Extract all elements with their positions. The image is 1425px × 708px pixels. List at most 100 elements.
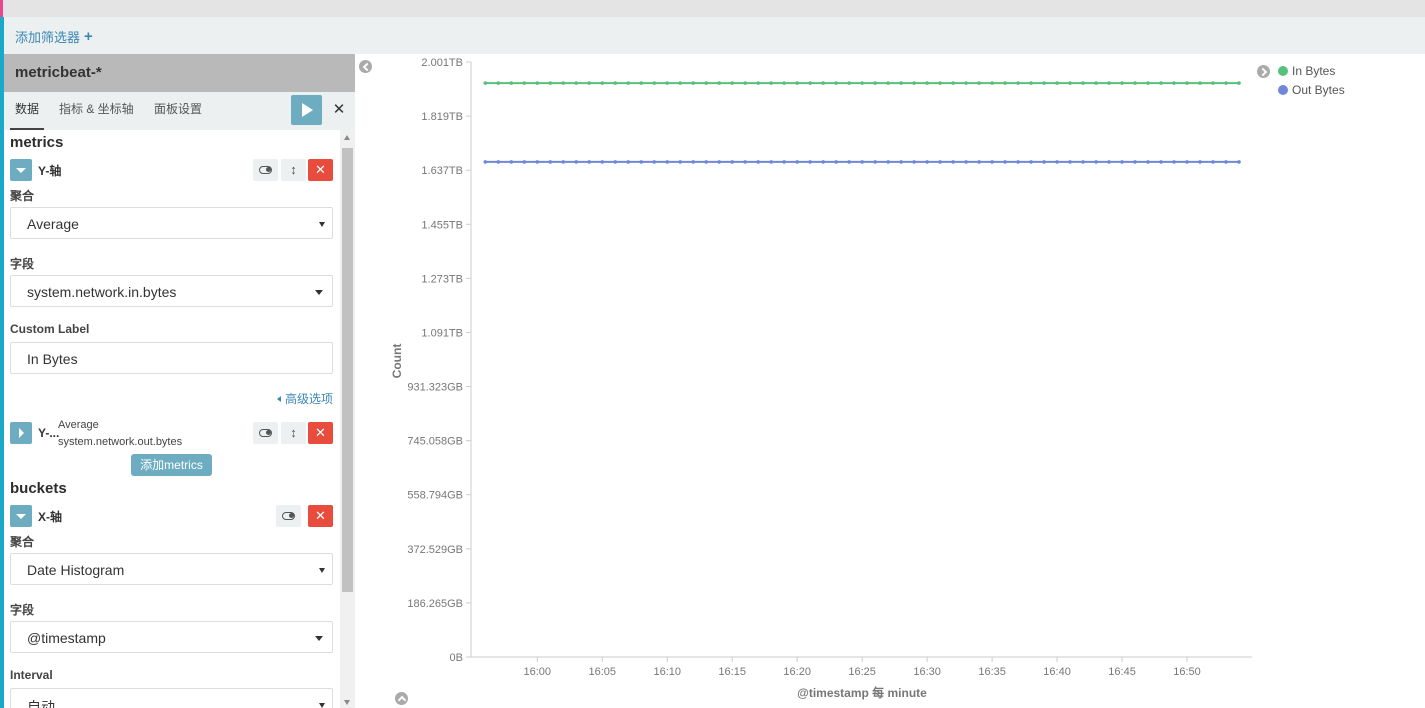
x-tick-label: 16:35 bbox=[978, 666, 1006, 678]
y-tick-label: 1.819TB bbox=[421, 111, 463, 123]
data-point bbox=[951, 81, 955, 85]
add-filter-button[interactable]: 添加筛选器 + bbox=[15, 27, 93, 46]
data-point bbox=[1081, 160, 1085, 164]
filter-bar: 添加筛选器 + bbox=[4, 17, 1425, 54]
data-point bbox=[665, 160, 670, 164]
legend-item[interactable]: In Bytes bbox=[1278, 61, 1345, 80]
y-tick-label: 0B bbox=[450, 652, 463, 664]
toggle-x-axis-button[interactable] bbox=[276, 505, 301, 527]
data-point bbox=[1159, 81, 1163, 85]
y-tick-label: 558.794GB bbox=[407, 490, 463, 502]
data-point bbox=[639, 81, 644, 85]
x-field-select[interactable]: @timestamp bbox=[10, 621, 333, 653]
y-tick-label: 1.091TB bbox=[421, 327, 463, 339]
editor-scrollbar[interactable] bbox=[340, 130, 355, 708]
scrollbar-thumb[interactable] bbox=[342, 148, 353, 592]
close-icon: ✕ bbox=[315, 162, 326, 177]
x-tick-label: 16:25 bbox=[848, 666, 876, 678]
apply-changes-button[interactable] bbox=[291, 95, 322, 125]
data-point bbox=[1120, 81, 1124, 85]
x-tick-label: 16:30 bbox=[913, 666, 941, 678]
x-aggregation-select[interactable]: Date Histogram bbox=[10, 553, 333, 585]
remove-y-axis-1-button[interactable]: ✕ bbox=[308, 159, 333, 181]
collapse-y-axis-1-button[interactable] bbox=[10, 159, 32, 181]
legend-dot-icon bbox=[1278, 65, 1288, 76]
collapse-sidebar-button[interactable] bbox=[359, 60, 372, 73]
data-point bbox=[1224, 160, 1228, 164]
data-point bbox=[1198, 81, 1202, 85]
tab-panel-settings[interactable]: 面板设置 bbox=[149, 92, 207, 130]
chevron-down-icon bbox=[319, 222, 325, 227]
data-point bbox=[1016, 81, 1020, 85]
data-point bbox=[535, 81, 540, 85]
data-point bbox=[808, 160, 812, 164]
remove-x-axis-button[interactable]: ✕ bbox=[308, 505, 333, 527]
data-point bbox=[964, 81, 968, 85]
data-point bbox=[496, 160, 501, 164]
data-point bbox=[1172, 160, 1176, 164]
data-point bbox=[1107, 160, 1111, 164]
data-point bbox=[912, 81, 916, 85]
data-point bbox=[1159, 160, 1163, 164]
tab-data[interactable]: 数据 bbox=[10, 92, 45, 130]
reorder-icon: ↕ bbox=[290, 162, 297, 177]
toggle-icon bbox=[259, 429, 272, 437]
advanced-options-link[interactable]: 高级选项 bbox=[277, 390, 333, 407]
data-point bbox=[600, 81, 605, 85]
toggle-y-axis-2-button[interactable] bbox=[253, 422, 278, 444]
data-point bbox=[1146, 81, 1150, 85]
reorder-y-axis-1-button[interactable]: ↕ bbox=[281, 159, 306, 181]
y1-field-select[interactable]: system.network.in.bytes bbox=[10, 275, 333, 307]
y1-custom-label-label: Custom Label bbox=[10, 322, 90, 336]
collapse-chart-button[interactable] bbox=[395, 692, 408, 705]
data-point bbox=[1029, 160, 1033, 164]
y1-custom-label-input[interactable]: In Bytes bbox=[10, 342, 333, 374]
editor-scroll-panel: metrics Y-轴 ↕ ✕ 聚合 Average 字段 system.net… bbox=[4, 130, 355, 708]
chevron-down-icon bbox=[315, 290, 323, 295]
tab-metrics-axes[interactable]: 指标 & 坐标轴 bbox=[54, 92, 139, 130]
data-point bbox=[639, 160, 644, 164]
toggle-y-axis-1-button[interactable] bbox=[253, 159, 278, 181]
agg-y-axis-1-header: Y-轴 ↕ ✕ bbox=[10, 159, 333, 181]
data-point bbox=[587, 160, 592, 164]
remove-y-axis-2-button[interactable]: ✕ bbox=[308, 422, 333, 444]
scroll-up-icon bbox=[344, 135, 350, 140]
data-point bbox=[756, 81, 760, 85]
data-point bbox=[795, 81, 799, 85]
legend-toggle-button[interactable] bbox=[1257, 65, 1270, 78]
discard-changes-button[interactable]: ✕ bbox=[326, 95, 352, 125]
data-point bbox=[522, 160, 527, 164]
reorder-icon: ↕ bbox=[290, 425, 297, 440]
expand-y-axis-2-button[interactable] bbox=[10, 422, 32, 444]
legend-dot-icon bbox=[1278, 84, 1288, 95]
data-point bbox=[1068, 81, 1072, 85]
data-point bbox=[548, 81, 553, 85]
add-metrics-button[interactable]: 添加metrics bbox=[131, 454, 212, 476]
data-point bbox=[1003, 160, 1007, 164]
x-interval-select[interactable]: 自动 bbox=[10, 688, 333, 708]
data-point bbox=[1211, 81, 1215, 85]
collapse-x-axis-button[interactable] bbox=[10, 505, 32, 527]
legend-item[interactable]: Out Bytes bbox=[1278, 80, 1345, 99]
data-point bbox=[548, 160, 553, 164]
x-field-label: 字段 bbox=[10, 603, 35, 617]
data-point bbox=[587, 81, 592, 85]
data-point bbox=[600, 160, 605, 164]
data-point bbox=[925, 81, 929, 85]
data-point bbox=[613, 81, 618, 85]
data-point bbox=[1133, 81, 1137, 85]
data-point bbox=[665, 81, 670, 85]
y1-aggregation-select[interactable]: Average bbox=[10, 207, 333, 239]
data-point bbox=[847, 81, 851, 85]
x-interval-label: Interval bbox=[10, 668, 53, 682]
data-point bbox=[1198, 160, 1202, 164]
data-point bbox=[678, 81, 683, 85]
data-point bbox=[782, 81, 786, 85]
data-point bbox=[821, 81, 825, 85]
data-point bbox=[886, 81, 890, 85]
reorder-y-axis-2-button[interactable]: ↕ bbox=[281, 422, 306, 444]
data-point bbox=[860, 160, 864, 164]
y-tick-label: 186.265GB bbox=[407, 598, 463, 610]
data-point bbox=[834, 160, 838, 164]
chevron-down-icon bbox=[315, 636, 323, 641]
